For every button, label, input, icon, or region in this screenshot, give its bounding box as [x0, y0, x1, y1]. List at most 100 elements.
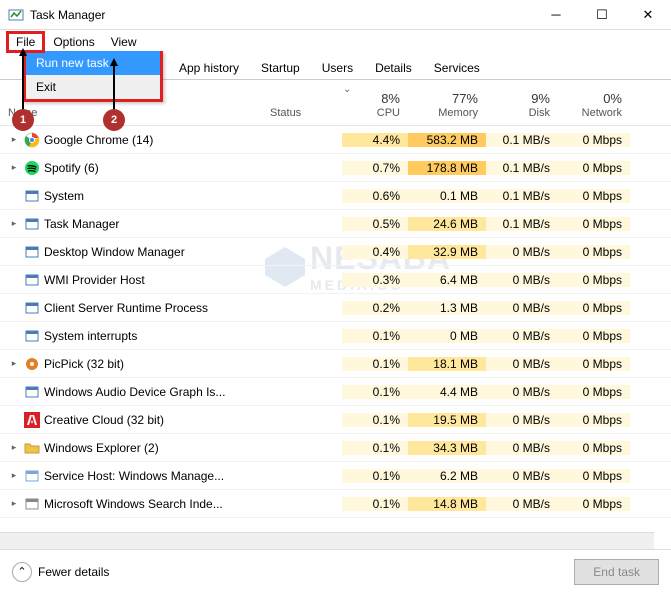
expand-icon[interactable] — [8, 274, 20, 286]
process-network: 0 Mbps — [558, 245, 630, 259]
process-name: System interrupts — [44, 329, 137, 343]
process-cpu: 0.1% — [342, 357, 408, 371]
process-name: Google Chrome (14) — [44, 133, 153, 147]
maximize-button[interactable]: ☐ — [579, 0, 625, 30]
taskmgr-icon — [8, 7, 24, 23]
process-cpu: 0.1% — [342, 385, 408, 399]
expand-icon[interactable] — [8, 190, 20, 202]
run-new-task-item[interactable]: Run new task — [26, 51, 160, 75]
process-cpu: 0.2% — [342, 301, 408, 315]
process-memory: 583.2 MB — [408, 133, 486, 147]
exit-item[interactable]: Exit — [26, 75, 160, 99]
menu-view[interactable]: View — [103, 32, 145, 52]
process-table[interactable]: ▸ Google Chrome (14) 4.4% 583.2 MB 0.1 M… — [0, 126, 671, 544]
expand-icon[interactable]: ▸ — [8, 442, 20, 454]
table-row[interactable]: Desktop Window Manager 0.4% 32.9 MB 0 MB… — [0, 238, 671, 266]
process-disk: 0 MB/s — [486, 357, 558, 371]
process-name: Creative Cloud (32 bit) — [44, 413, 164, 427]
process-memory: 6.4 MB — [408, 273, 486, 287]
process-icon — [24, 356, 40, 372]
process-network: 0 Mbps — [558, 301, 630, 315]
process-name: Microsoft Windows Search Inde... — [44, 497, 223, 511]
fewer-details-button[interactable]: ⌃ Fewer details — [12, 562, 109, 582]
close-button[interactable]: ✕ — [625, 0, 671, 30]
table-row[interactable]: System interrupts 0.1% 0 MB 0 MB/s 0 Mbp… — [0, 322, 671, 350]
annotation-arrow-2 — [109, 58, 119, 110]
expand-icon[interactable] — [8, 330, 20, 342]
expand-icon[interactable]: ▸ — [8, 498, 20, 510]
tab-users[interactable]: Users — [311, 56, 364, 79]
table-row[interactable]: Client Server Runtime Process 0.2% 1.3 M… — [0, 294, 671, 322]
expand-icon[interactable] — [8, 302, 20, 314]
tab-startup[interactable]: Startup — [250, 56, 311, 79]
process-name: Service Host: Windows Manage... — [44, 469, 224, 483]
process-network: 0 Mbps — [558, 161, 630, 175]
process-disk: 0.1 MB/s — [486, 133, 558, 147]
minimize-button[interactable]: ─ — [533, 0, 579, 30]
expand-icon[interactable]: ▸ — [8, 162, 20, 174]
process-network: 0 Mbps — [558, 329, 630, 343]
menu-options[interactable]: Options — [45, 32, 102, 52]
process-name: PicPick (32 bit) — [44, 357, 124, 371]
expand-icon[interactable] — [8, 246, 20, 258]
table-row[interactable]: Windows Audio Device Graph Is... 0.1% 4.… — [0, 378, 671, 406]
process-memory: 32.9 MB — [408, 245, 486, 259]
expand-icon[interactable]: ▸ — [8, 218, 20, 230]
process-cpu: 0.7% — [342, 161, 408, 175]
annotation-arrow-1 — [18, 48, 28, 110]
process-cpu: 0.1% — [342, 497, 408, 511]
table-row[interactable]: ▸ Google Chrome (14) 4.4% 583.2 MB 0.1 M… — [0, 126, 671, 154]
horizontal-scrollbar[interactable] — [0, 532, 654, 549]
process-disk: 0.1 MB/s — [486, 161, 558, 175]
table-row[interactable]: ▸ Spotify (6) 0.7% 178.8 MB 0.1 MB/s 0 M… — [0, 154, 671, 182]
expand-icon[interactable]: ▸ — [8, 134, 20, 146]
titlebar: Task Manager ─ ☐ ✕ — [0, 0, 671, 30]
col-header-status[interactable]: Status — [262, 103, 342, 125]
process-memory: 0.1 MB — [408, 189, 486, 203]
table-row[interactable]: ▸ Microsoft Windows Search Inde... 0.1% … — [0, 490, 671, 518]
process-icon — [24, 216, 40, 232]
process-icon — [24, 496, 40, 512]
process-network: 0 Mbps — [558, 469, 630, 483]
process-icon — [24, 272, 40, 288]
process-disk: 0 MB/s — [486, 469, 558, 483]
expand-icon[interactable]: ▸ — [8, 470, 20, 482]
process-icon — [24, 244, 40, 260]
table-row[interactable]: Creative Cloud (32 bit) 0.1% 19.5 MB 0 M… — [0, 406, 671, 434]
tab-details[interactable]: Details — [364, 56, 423, 79]
tab-app-history[interactable]: App history — [168, 56, 250, 79]
table-row[interactable]: ▸ Windows Explorer (2) 0.1% 34.3 MB 0 MB… — [0, 434, 671, 462]
table-row[interactable]: ▸ Service Host: Windows Manage... 0.1% 6… — [0, 462, 671, 490]
process-memory: 0 MB — [408, 329, 486, 343]
col-header-name[interactable]: Name — [0, 103, 262, 125]
process-icon — [24, 300, 40, 316]
col-header-memory[interactable]: 77%Memory — [408, 87, 486, 125]
end-task-button[interactable]: End task — [574, 559, 659, 585]
expand-icon[interactable] — [8, 414, 20, 426]
tab-services[interactable]: Services — [423, 56, 491, 79]
process-cpu: 0.1% — [342, 469, 408, 483]
process-name: Windows Audio Device Graph Is... — [44, 385, 225, 399]
process-icon — [24, 468, 40, 484]
process-disk: 0.1 MB/s — [486, 189, 558, 203]
process-disk: 0 MB/s — [486, 413, 558, 427]
process-icon — [24, 412, 40, 428]
expand-icon[interactable] — [8, 386, 20, 398]
table-row[interactable]: System 0.6% 0.1 MB 0.1 MB/s 0 Mbps — [0, 182, 671, 210]
process-icon — [24, 160, 40, 176]
table-row[interactable]: WMI Provider Host 0.3% 6.4 MB 0 MB/s 0 M… — [0, 266, 671, 294]
table-row[interactable]: ▸ Task Manager 0.5% 24.6 MB 0.1 MB/s 0 M… — [0, 210, 671, 238]
process-disk: 0 MB/s — [486, 301, 558, 315]
process-memory: 4.4 MB — [408, 385, 486, 399]
process-network: 0 Mbps — [558, 441, 630, 455]
col-header-network[interactable]: 0%Network — [558, 87, 630, 125]
col-header-cpu[interactable]: 8%CPU — [342, 87, 408, 125]
col-header-disk[interactable]: 9%Disk — [486, 87, 558, 125]
process-network: 0 Mbps — [558, 413, 630, 427]
process-network: 0 Mbps — [558, 217, 630, 231]
expand-icon[interactable]: ▸ — [8, 358, 20, 370]
process-name: Spotify (6) — [44, 161, 99, 175]
process-icon — [24, 132, 40, 148]
table-row[interactable]: ▸ PicPick (32 bit) 0.1% 18.1 MB 0 MB/s 0… — [0, 350, 671, 378]
window-controls: ─ ☐ ✕ — [533, 0, 671, 30]
